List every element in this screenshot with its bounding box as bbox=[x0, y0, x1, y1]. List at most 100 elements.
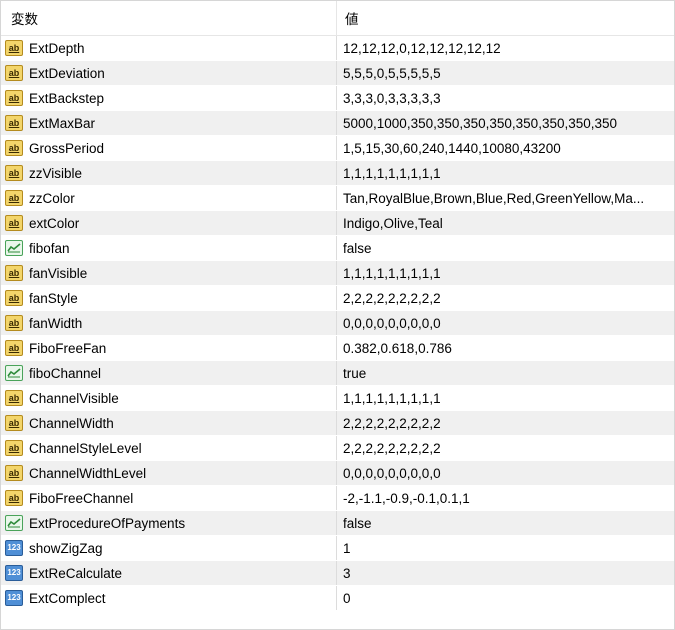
table-row[interactable]: 123 showZigZag 1 bbox=[1, 536, 674, 561]
value-cell[interactable]: 0,0,0,0,0,0,0,0,0 bbox=[337, 311, 674, 335]
variable-name: fibofan bbox=[29, 240, 70, 256]
variable-cell: ab extColor bbox=[1, 211, 337, 235]
table-row[interactable]: ab fanWidth 0,0,0,0,0,0,0,0,0 bbox=[1, 311, 674, 336]
variable-name: fanWidth bbox=[29, 315, 83, 331]
value-cell[interactable]: 1,1,1,1,1,1,1,1,1 bbox=[337, 161, 674, 185]
int-icon: 123 bbox=[5, 540, 23, 556]
variable-cell: fibofan bbox=[1, 236, 337, 260]
value-cell[interactable]: Tan,RoyalBlue,Brown,Blue,Red,GreenYellow… bbox=[337, 186, 674, 210]
variable-cell: ab ExtDepth bbox=[1, 36, 337, 60]
variable-name: ChannelWidthLevel bbox=[29, 465, 147, 481]
table-row[interactable]: ab ChannelWidthLevel 0,0,0,0,0,0,0,0,0 bbox=[1, 461, 674, 486]
ab-icon: ab bbox=[5, 190, 23, 206]
table-row[interactable]: ab zzVisible 1,1,1,1,1,1,1,1,1 bbox=[1, 161, 674, 186]
variable-cell: 123 ExtReCalculate bbox=[1, 561, 337, 585]
table-row[interactable]: ab extColor Indigo,Olive,Teal bbox=[1, 211, 674, 236]
ab-icon: ab bbox=[5, 340, 23, 356]
ab-icon: ab bbox=[5, 40, 23, 56]
variable-cell: 123 showZigZag bbox=[1, 536, 337, 560]
ab-icon: ab bbox=[5, 265, 23, 281]
int-icon: 123 bbox=[5, 590, 23, 606]
variable-cell: ab ExtMaxBar bbox=[1, 111, 337, 135]
grid-header: 変数 値 bbox=[1, 1, 674, 36]
bool-icon bbox=[5, 515, 23, 531]
table-row[interactable]: ab ChannelVisible 1,1,1,1,1,1,1,1,1 bbox=[1, 386, 674, 411]
table-row[interactable]: ab FiboFreeChannel -2,-1.1,-0.9,-0.1,0.1,1 bbox=[1, 486, 674, 511]
value-cell[interactable]: 3 bbox=[337, 561, 674, 585]
value-cell[interactable]: Indigo,Olive,Teal bbox=[337, 211, 674, 235]
variable-name: fanStyle bbox=[29, 290, 78, 306]
value-cell[interactable]: 1,1,1,1,1,1,1,1,1 bbox=[337, 386, 674, 410]
value-cell[interactable]: 1,1,1,1,1,1,1,1,1 bbox=[337, 261, 674, 285]
column-header-variable[interactable]: 変数 bbox=[1, 1, 337, 35]
table-row[interactable]: fibofan false bbox=[1, 236, 674, 261]
value-cell[interactable]: 0,0,0,0,0,0,0,0,0 bbox=[337, 461, 674, 485]
variable-cell: ab ExtDeviation bbox=[1, 61, 337, 85]
value-cell[interactable]: 12,12,12,0,12,12,12,12,12 bbox=[337, 36, 674, 60]
variable-cell: fiboChannel bbox=[1, 361, 337, 385]
ab-icon: ab bbox=[5, 215, 23, 231]
variable-cell: ab ChannelVisible bbox=[1, 386, 337, 410]
variable-cell: ab zzVisible bbox=[1, 161, 337, 185]
bool-icon bbox=[5, 365, 23, 381]
value-cell[interactable]: 5,5,5,0,5,5,5,5,5 bbox=[337, 61, 674, 85]
ab-icon: ab bbox=[5, 415, 23, 431]
variable-name: zzVisible bbox=[29, 165, 83, 181]
value-cell[interactable]: 1,5,15,30,60,240,1440,10080,43200 bbox=[337, 136, 674, 160]
int-icon: 123 bbox=[5, 565, 23, 581]
ab-icon: ab bbox=[5, 90, 23, 106]
table-row[interactable]: ab GrossPeriod 1,5,15,30,60,240,1440,10080… bbox=[1, 136, 674, 161]
table-row[interactable]: ab fanStyle 2,2,2,2,2,2,2,2,2 bbox=[1, 286, 674, 311]
table-row[interactable]: ab zzColor Tan,RoyalBlue,Brown,Blue,Red,Gr… bbox=[1, 186, 674, 211]
value-cell[interactable]: 3,3,3,0,3,3,3,3,3 bbox=[337, 86, 674, 110]
variable-name: extColor bbox=[29, 215, 80, 231]
table-row[interactable]: ab fanVisible 1,1,1,1,1,1,1,1,1 bbox=[1, 261, 674, 286]
variable-name: fiboChannel bbox=[29, 365, 102, 381]
table-row[interactable]: ab ExtBackstep 3,3,3,0,3,3,3,3,3 bbox=[1, 86, 674, 111]
value-cell[interactable]: 2,2,2,2,2,2,2,2,2 bbox=[337, 411, 674, 435]
variable-name: ExtDeviation bbox=[29, 65, 105, 81]
table-row[interactable]: ab ExtMaxBar 5000,1000,350,350,350,350,350… bbox=[1, 111, 674, 136]
table-row[interactable]: ab ChannelStyleLevel 2,2,2,2,2,2,2,2,2 bbox=[1, 436, 674, 461]
variable-name: fanVisible bbox=[29, 265, 88, 281]
ab-icon: ab bbox=[5, 140, 23, 156]
value-cell[interactable]: 2,2,2,2,2,2,2,2,2 bbox=[337, 436, 674, 460]
value-cell[interactable]: false bbox=[337, 236, 674, 260]
table-row[interactable]: ab FiboFreeFan 0.382,0.618,0.786 bbox=[1, 336, 674, 361]
bool-icon bbox=[5, 240, 23, 256]
value-cell[interactable]: true bbox=[337, 361, 674, 385]
ab-icon: ab bbox=[5, 165, 23, 181]
variable-cell: ab fanWidth bbox=[1, 311, 337, 335]
table-row[interactable]: ab ChannelWidth 2,2,2,2,2,2,2,2,2 bbox=[1, 411, 674, 436]
value-cell[interactable]: 2,2,2,2,2,2,2,2,2 bbox=[337, 286, 674, 310]
variable-name: GrossPeriod bbox=[29, 140, 105, 156]
column-header-value[interactable]: 値 bbox=[337, 1, 674, 35]
value-cell[interactable]: 1 bbox=[337, 536, 674, 560]
variable-cell: ab ChannelWidthLevel bbox=[1, 461, 337, 485]
variable-cell: ab FiboFreeFan bbox=[1, 336, 337, 360]
variable-name: ChannelVisible bbox=[29, 390, 119, 406]
value-cell[interactable]: 0.382,0.618,0.786 bbox=[337, 336, 674, 360]
inputs-grid: 変数 値 ab ExtDepth 12,12,12,0,12,12,12,12,12… bbox=[0, 0, 675, 630]
table-row[interactable]: ab ExtDepth 12,12,12,0,12,12,12,12,12 bbox=[1, 36, 674, 61]
variable-name: FiboFreeFan bbox=[29, 340, 107, 356]
table-row[interactable]: ExtProcedureOfPayments false bbox=[1, 511, 674, 536]
variable-name: ExtComplect bbox=[29, 590, 106, 606]
table-row[interactable]: fiboChannel true bbox=[1, 361, 674, 386]
table-row[interactable]: 123 ExtReCalculate 3 bbox=[1, 561, 674, 586]
variable-name: ExtDepth bbox=[29, 40, 85, 56]
table-row[interactable]: ab ExtDeviation 5,5,5,0,5,5,5,5,5 bbox=[1, 61, 674, 86]
value-cell[interactable]: 0 bbox=[337, 586, 674, 610]
ab-icon: ab bbox=[5, 65, 23, 81]
value-cell[interactable]: -2,-1.1,-0.9,-0.1,0.1,1 bbox=[337, 486, 674, 510]
value-cell[interactable]: false bbox=[337, 511, 674, 535]
variable-name: showZigZag bbox=[29, 540, 103, 556]
variable-cell: ab ChannelStyleLevel bbox=[1, 436, 337, 460]
value-cell[interactable]: 5000,1000,350,350,350,350,350,350,350,35… bbox=[337, 111, 674, 135]
variable-name: ChannelStyleLevel bbox=[29, 440, 142, 456]
table-row[interactable]: 123 ExtComplect 0 bbox=[1, 586, 674, 611]
column-header-variable-label: 変数 bbox=[11, 12, 38, 27]
variable-cell: ab fanStyle bbox=[1, 286, 337, 310]
variable-name: FiboFreeChannel bbox=[29, 490, 134, 506]
ab-icon: ab bbox=[5, 465, 23, 481]
